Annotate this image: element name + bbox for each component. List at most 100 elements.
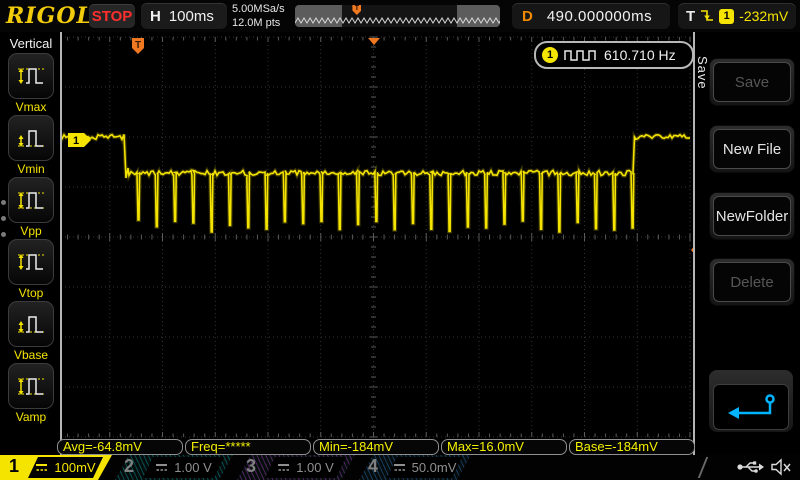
- trigger-source-badge: 1: [719, 9, 734, 24]
- vbase-button[interactable]: [8, 301, 54, 347]
- vpp-button[interactable]: [8, 177, 54, 223]
- measurement-avg: Avg=-64.8mV: [57, 439, 183, 455]
- status-divider: [698, 457, 708, 478]
- vtop-label: Vtop: [19, 286, 44, 300]
- new-file-button[interactable]: New File: [709, 125, 795, 173]
- delay-box: D 490.000000ms: [512, 3, 670, 29]
- channel3-scale-box: 1.00 V: [265, 457, 346, 478]
- graticule: [57, 37, 690, 437]
- svg-text:1: 1: [73, 135, 79, 147]
- vpp-label: Vpp: [20, 224, 41, 238]
- horizontal-reference-icon: [368, 38, 380, 45]
- vmin-button[interactable]: [8, 115, 54, 161]
- vmax-button[interactable]: [8, 53, 54, 99]
- measure-menu-title: Vertical: [10, 36, 53, 51]
- vmax-icon: [15, 63, 47, 89]
- new-folder-button-label: NewFolder: [713, 196, 791, 236]
- save-button-label: Save: [713, 62, 791, 102]
- oscilloscope-screen: { "top_bar": { "logo_text": "RIGOL", "ru…: [0, 0, 800, 480]
- memory-position-strip: T: [295, 5, 500, 27]
- trigger-info-box: T 1 -232mV: [678, 3, 796, 29]
- coupling-icon: [277, 463, 290, 473]
- rigol-logo: RIGOL: [6, 3, 93, 29]
- falling-edge-icon: [700, 8, 714, 24]
- channel2-scale: 1.00 V: [174, 460, 212, 475]
- channel1-badge[interactable]: 1 100mV: [0, 455, 112, 480]
- coupling-icon: [155, 463, 168, 473]
- vamp-button[interactable]: [8, 363, 54, 409]
- delete-button-label: Delete: [713, 262, 791, 302]
- waveform-display: T 1 T: [0, 0, 800, 480]
- measurement-min: Min=-184mV: [313, 439, 439, 455]
- usb-icon: [736, 458, 764, 476]
- vbase-icon: [15, 311, 47, 337]
- save-menu: Save Save New File NewFolder Delete: [693, 32, 800, 455]
- channel-status-bar: 1 100mV 2 1.00 V 3 1.00 V: [0, 455, 800, 480]
- coupling-icon: [35, 463, 48, 473]
- coupling-icon: [393, 463, 406, 473]
- delay-value: 490.000000ms: [547, 8, 652, 25]
- channel1-number: 1: [9, 456, 19, 477]
- menu-page-dots: [1, 200, 6, 237]
- trigger-position-marker[interactable]: T: [132, 38, 144, 54]
- channel4-number: 4: [368, 456, 378, 477]
- frequency-counter: 1 610.710 Hz: [534, 41, 694, 69]
- measure-menu: Vertical Vmax Vmin: [0, 32, 62, 455]
- channel4-badge[interactable]: 4 50.0mV: [359, 455, 471, 480]
- vpp-icon: [15, 187, 47, 213]
- channel3-number: 3: [246, 456, 256, 477]
- channel4-scale: 50.0mV: [412, 460, 457, 475]
- delete-button[interactable]: Delete: [709, 258, 795, 306]
- measure-item-vpp[interactable]: Vpp: [0, 177, 62, 239]
- channel3-scale: 1.00 V: [296, 460, 334, 475]
- counter-value: 610.710 Hz: [604, 47, 676, 63]
- new-file-button-label: New File: [713, 129, 791, 169]
- counter-channel-badge: 1: [542, 47, 558, 63]
- measurement-bar: Avg=-64.8mV Freq=***** Min=-184mV Max=16…: [57, 439, 695, 455]
- run-state-badge: STOP: [89, 4, 135, 28]
- measurement-max: Max=16.0mV: [441, 439, 567, 455]
- trigger-level-value: -232mV: [739, 8, 788, 24]
- vtop-icon: [15, 249, 47, 275]
- measurement-base: Base=-184mV: [569, 439, 695, 455]
- speaker-muted-icon: [770, 458, 792, 476]
- channel4-scale-box: 50.0mV: [387, 457, 462, 478]
- acquisition-info: 5.00MSa/s 12.0M pts: [232, 2, 285, 30]
- channel3-badge[interactable]: 3 1.00 V: [237, 455, 355, 480]
- measure-item-vmin[interactable]: Vmin: [0, 115, 62, 177]
- horizontal-label: H: [150, 8, 161, 25]
- memory-depth: 12.0M pts: [232, 16, 285, 30]
- measure-item-vmax[interactable]: Vmax: [0, 53, 62, 115]
- vmin-icon: [15, 125, 47, 151]
- horizontal-timebase-box: H 100ms: [141, 3, 227, 29]
- channel1-scale-box: 100mV: [28, 457, 103, 478]
- channel2-badge[interactable]: 2 1.00 V: [115, 455, 233, 480]
- vmin-label: Vmin: [17, 162, 44, 176]
- timebase-value: 100ms: [169, 8, 214, 25]
- delay-label: D: [522, 8, 533, 25]
- measure-item-vbase[interactable]: Vbase: [0, 301, 62, 363]
- channel2-scale-box: 1.00 V: [143, 457, 224, 478]
- square-wave-icon: [564, 48, 598, 62]
- measurement-freq: Freq=*****: [185, 439, 311, 455]
- save-button[interactable]: Save: [709, 58, 795, 106]
- vamp-icon: [15, 373, 47, 399]
- new-folder-button[interactable]: NewFolder: [709, 192, 795, 240]
- svg-text:T: T: [135, 40, 141, 51]
- sample-rate: 5.00MSa/s: [232, 2, 285, 16]
- channel1-scale: 100mV: [54, 460, 95, 475]
- channel2-number: 2: [124, 456, 134, 477]
- vmax-label: Vmax: [16, 100, 47, 114]
- save-menu-tab: Save: [695, 56, 710, 90]
- return-arrow-icon: [722, 392, 780, 422]
- ch1-waveform-trace: [60, 134, 690, 232]
- measure-item-vtop[interactable]: Vtop: [0, 239, 62, 301]
- vbase-label: Vbase: [14, 348, 48, 362]
- top-status-bar: RIGOL STOP H 100ms 5.00MSa/s 12.0M pts T…: [0, 0, 800, 32]
- trigger-label: T: [686, 8, 695, 25]
- vamp-label: Vamp: [16, 410, 46, 424]
- menu-back-button[interactable]: [709, 370, 793, 432]
- vtop-button[interactable]: [8, 239, 54, 285]
- preview-wave-icon: [295, 5, 500, 27]
- measure-item-vamp[interactable]: Vamp: [0, 363, 62, 425]
